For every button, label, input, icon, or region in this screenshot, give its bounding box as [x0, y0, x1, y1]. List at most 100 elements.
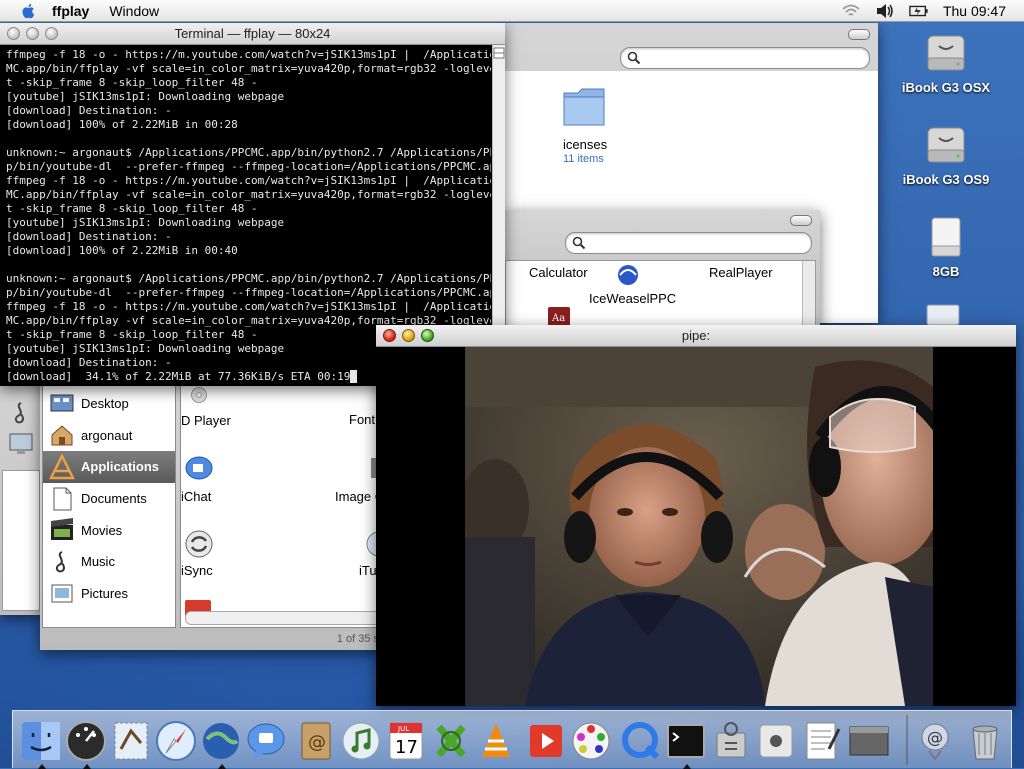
finder-sidebar: Desktop argonaut Applications Documents … — [42, 365, 176, 628]
toolbar-toggle-button[interactable] — [790, 215, 812, 226]
sidebar-item-movies[interactable]: Movies — [43, 514, 175, 546]
dvd-player-icon — [191, 387, 207, 403]
x11-icon[interactable] — [429, 719, 473, 763]
finder-window-applications[interactable]: Calculator IceWeaselPPC RealPlayer Aa — [505, 210, 820, 330]
toolbar-toggle-button[interactable] — [848, 29, 870, 40]
window-title: Terminal — ffplay — 80x24 — [174, 26, 331, 41]
terminal-line: [download] 100% of 2.22MiB in 00:40 — [6, 244, 238, 257]
menu-window[interactable]: Window — [109, 3, 159, 19]
minimize-button[interactable] — [26, 27, 39, 40]
iceweasel-icon[interactable] — [616, 263, 640, 287]
volume-icon[interactable] — [875, 3, 895, 19]
window-icon[interactable] — [847, 719, 891, 763]
horizontal-scrollbar[interactable] — [185, 611, 384, 625]
menu-app-name[interactable]: ffplay — [52, 3, 89, 19]
system-utility-icon[interactable] — [709, 719, 753, 763]
sidebar-item-label: Music — [81, 554, 115, 570]
edge-window-content — [2, 470, 40, 611]
app-iceweaselppc[interactable]: IceWeaselPPC — [589, 291, 676, 306]
home-icon — [51, 425, 73, 446]
terminal-icon[interactable] — [664, 719, 708, 769]
folder-icon[interactable] — [560, 83, 608, 129]
sidebar-item-applications[interactable]: Applications — [43, 451, 175, 483]
search-field[interactable] — [620, 47, 870, 69]
sidebar-item-music[interactable]: Music — [43, 546, 175, 578]
quicktime-icon[interactable] — [619, 719, 663, 763]
sidebar-item-desktop[interactable]: Desktop — [43, 388, 175, 420]
url-icon[interactable]: @ — [913, 719, 957, 763]
finder-back-titlebar[interactable] — [500, 23, 878, 45]
vlc-icon[interactable] — [474, 719, 518, 763]
app-calculator[interactable]: Calculator — [529, 265, 588, 280]
video-titlebar[interactable]: pipe: — [376, 325, 1016, 347]
dashboard-icon[interactable] — [64, 719, 108, 769]
search-icon — [572, 236, 586, 250]
pictures-icon — [51, 584, 73, 603]
ical-month: JUL — [397, 725, 409, 733]
video-window[interactable]: pipe: — [376, 325, 1016, 706]
zoom-button[interactable] — [45, 27, 58, 40]
apple-drive-icon[interactable] — [754, 719, 798, 763]
trash-icon[interactable] — [963, 719, 1007, 763]
dictionary-icon[interactable]: Aa — [546, 305, 572, 327]
terminal-titlebar[interactable]: Terminal — ffplay — 80x24 — [0, 23, 505, 45]
search-field[interactable] — [565, 232, 812, 254]
hard-drive-icon — [927, 127, 965, 163]
app-isync[interactable]: iSync — [181, 528, 273, 578]
folder-item-count: 11 items — [563, 153, 604, 165]
safari-icon[interactable] — [154, 719, 198, 763]
app-realplayer[interactable]: RealPlayer — [709, 265, 773, 280]
sidebar-item-argonaut[interactable]: argonaut — [43, 420, 175, 452]
terminal-line: ffmpeg -f 18 -o - https://m.youtube.com/… — [6, 300, 491, 313]
sidebar-item-label: Movies — [81, 522, 123, 538]
scrollbar[interactable] — [802, 261, 815, 329]
terminal-line: [youtube] jSIK13ms1pI: Downloading webpa… — [6, 216, 285, 229]
sidebar-item-documents[interactable]: Documents — [43, 483, 175, 515]
finder-status-bar: 1 of 35 s — [336, 633, 379, 645]
address-book-icon[interactable]: @ — [294, 719, 338, 763]
world-icon[interactable] — [199, 719, 243, 769]
volume-ibook-osx[interactable]: iBook G3 OSX — [896, 30, 996, 95]
desktop-item-partial[interactable] — [918, 303, 968, 327]
close-button[interactable] — [7, 27, 20, 40]
terminal-line: [download] 100% of 2.22MiB in 00:28 — [6, 118, 238, 131]
dock: @ JUL 17 @ — [12, 710, 1012, 769]
finder-window-front[interactable]: Desktop argonaut Applications Documents … — [40, 365, 385, 650]
close-button[interactable] — [383, 329, 396, 342]
textedit-icon[interactable] — [799, 719, 843, 763]
running-indicator — [218, 764, 226, 769]
wifi-icon[interactable] — [841, 3, 861, 19]
music-icon — [14, 402, 24, 424]
apple-menu-icon[interactable] — [20, 2, 38, 20]
applications-icon — [49, 453, 75, 480]
battery-icon[interactable] — [909, 3, 929, 19]
menu-clock[interactable]: Thu 09:47 — [943, 3, 1006, 19]
video-frame[interactable] — [465, 347, 933, 706]
ical-icon[interactable]: JUL 17 — [384, 719, 428, 763]
mail-stamp-icon[interactable] — [109, 719, 153, 763]
app-dvd-player[interactable]: D Player — [181, 386, 273, 428]
finder-icon-view: D Player Font iChat Image C iSync iTu — [180, 365, 385, 628]
removable-drive-icon — [931, 217, 961, 257]
ical-day: 17 — [395, 737, 418, 758]
split-view-icon[interactable] — [493, 47, 505, 59]
running-indicator — [38, 764, 46, 769]
volume-ibook-os9[interactable]: iBook G3 OS9 — [896, 122, 996, 187]
terminal-line: t -skip_frame 8 -skip_loop_filter 48 - — [6, 76, 258, 89]
edge-window[interactable] — [0, 370, 42, 615]
finder-icon[interactable] — [19, 719, 63, 769]
terminal-line: p/bin/youtube-dl --prefer-ffmpeg --ffmpe… — [6, 286, 491, 299]
terminal-cursor — [350, 370, 357, 383]
itunes-icon[interactable] — [339, 719, 383, 763]
ichat-icon[interactable] — [244, 719, 288, 763]
volume-8gb[interactable]: 8GB — [896, 214, 996, 279]
zoom-button[interactable] — [421, 329, 434, 342]
minimize-button[interactable] — [402, 329, 415, 342]
sidebar-item-label: Pictures — [81, 585, 128, 601]
youtube-player-icon[interactable] — [524, 719, 568, 763]
running-indicator — [683, 764, 691, 769]
sidebar-item-pictures[interactable]: Pictures — [43, 578, 175, 610]
viewer-icon[interactable] — [569, 719, 613, 763]
app-ichat[interactable]: iChat — [181, 454, 273, 504]
terminal-line: unknown:~ argonaut$ /Applications/PPCMC.… — [6, 146, 491, 159]
